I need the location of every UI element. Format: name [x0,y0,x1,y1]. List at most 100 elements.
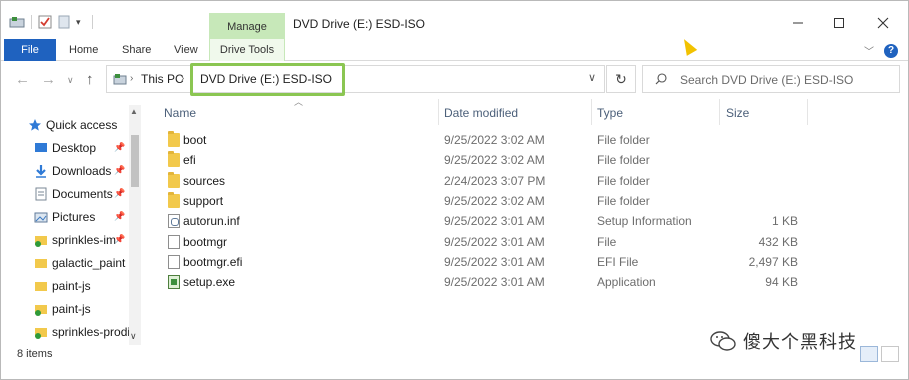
file-date: 9/25/2022 3:01 AM [444,214,545,228]
file-type: File folder [597,194,650,208]
properties-icon[interactable] [38,15,52,29]
table-row[interactable]: efi 9/25/2022 3:02 AM File folder [146,150,908,170]
file-date: 9/25/2022 3:02 AM [444,194,545,208]
table-row[interactable]: autorun.inf 9/25/2022 3:01 AM Setup Info… [146,211,908,231]
column-header-date[interactable]: Date modified [444,106,518,120]
file-date: 9/25/2022 3:02 AM [444,133,545,147]
table-row[interactable]: bootmgr 9/25/2022 3:01 AM File 432 KB [146,232,908,252]
file-icon [168,255,180,269]
sidebar-item-galactic-paint[interactable]: galactic_paint [34,252,162,274]
table-row[interactable]: setup.exe 9/25/2022 3:01 AM Application … [146,272,908,292]
file-name: efi [183,153,196,167]
tab-manage[interactable]: Manage [209,13,285,39]
file-type: File folder [597,153,650,167]
drive-icon [9,16,25,28]
column-divider[interactable] [591,99,592,125]
tab-share[interactable]: Share [122,39,151,61]
tab-drive-tools[interactable]: Drive Tools [209,39,285,61]
sidebar-item-pictures[interactable]: Pictures [34,206,162,228]
pin-icon[interactable]: 📌 [114,211,125,222]
file-name: boot [183,133,207,147]
file-type: File folder [597,174,650,188]
title-bar: ▾ Manage DVD Drive (E:) ESD-ISO [1,1,908,41]
file-size: 2,497 KB [748,255,798,269]
file-size: 1 KB [771,214,798,228]
pin-icon[interactable]: 📌 [114,188,125,199]
help-icon[interactable]: ? [884,43,898,58]
sidebar-item-label: sprinkles-prodi [52,325,131,339]
recent-locations-icon[interactable]: ∨ [67,75,74,86]
search-box[interactable]: Search DVD Drive (E:) ESD-ISO [642,65,900,93]
close-icon [877,17,889,29]
sidebar-item-label: Documents [52,187,113,201]
desktop-icon [34,141,48,155]
sidebar-item-paint-js-synced[interactable]: paint-js [34,298,162,320]
pin-icon[interactable]: 📌 [114,234,125,245]
sidebar-item-downloads[interactable]: Downloads [34,160,162,182]
sidebar-item-sprinkles-prodi[interactable]: sprinkles-prodi [34,321,162,343]
breadcrumb-chevron-icon[interactable]: › [130,73,133,84]
watermark-text: 傻大个黑科技 [743,332,857,353]
ribbon-controls: ﹀ ? [864,43,898,58]
address-dropdown-icon[interactable]: ∨ [588,71,596,84]
expand-ribbon-icon[interactable]: ﹀ [864,43,874,58]
minimize-icon [793,22,803,24]
address-bar[interactable]: › This PC › DVD Drive (E:) ESD-ISO ∨ [106,63,605,96]
quick-access-toolbar: ▾ [9,15,93,29]
file-type: File folder [597,133,650,147]
scrollbar-thumb[interactable] [131,135,139,187]
column-divider[interactable] [719,99,720,125]
column-divider[interactable] [438,99,439,125]
back-arrow-icon[interactable]: ← [15,71,30,88]
table-row[interactable]: support 9/25/2022 3:02 AM File folder [146,191,908,211]
column-header-type[interactable]: Type [597,106,623,120]
column-divider[interactable] [807,99,808,125]
breadcrumb-this-pc[interactable]: This PC [141,72,184,86]
wechat-logo-icon [709,329,737,353]
maximize-button[interactable] [819,11,859,35]
sidebar-item-label: sprinkles-im [52,233,117,247]
tab-home[interactable]: Home [69,39,98,61]
sort-ascending-icon: ︿ [294,97,304,107]
forward-arrow-icon[interactable]: → [41,71,56,88]
minimize-button[interactable] [778,11,818,35]
navigation-pane: Quick access Desktop 📌 Downloads 📌 Docum… [1,105,141,341]
column-header-name[interactable]: Name [164,106,196,120]
sidebar-item-sprinkles-im[interactable]: sprinkles-im [34,229,162,251]
details-view-icon[interactable] [860,346,878,362]
scroll-up-icon[interactable]: ▲ [130,107,138,116]
close-button[interactable] [863,11,903,35]
file-size: 432 KB [758,235,798,249]
column-header-size[interactable]: Size [726,106,749,120]
file-name: setup.exe [183,275,236,289]
tab-file[interactable]: File [4,39,56,61]
folder-icon [168,192,180,208]
scroll-down-icon[interactable]: ∨ [130,331,137,342]
pin-icon[interactable]: 📌 [114,165,125,176]
table-row[interactable]: bootmgr.efi 9/25/2022 3:01 AM EFI File 2… [146,252,908,272]
navigation-scrollbar[interactable]: ▲ ∨ [129,105,141,345]
customize-toolbar-icon[interactable]: ▾ [76,17,86,27]
file-type: Application [597,275,656,289]
file-date: 2/24/2023 3:07 PM [444,174,546,188]
new-folder-icon[interactable] [58,15,70,29]
refresh-button[interactable]: ↻ [606,65,636,93]
sidebar-item-documents[interactable]: Documents [34,183,162,205]
star-icon [28,118,42,132]
large-icons-view-icon[interactable] [881,346,899,362]
tab-view[interactable]: View [174,39,198,61]
up-arrow-icon[interactable]: ↑ [86,71,94,88]
search-input[interactable]: Search DVD Drive (E:) ESD-ISO [680,73,853,87]
watermark: 傻大个黑科技 [709,328,857,354]
sidebar-item-label: Downloads [52,164,112,178]
sidebar-item-desktop[interactable]: Desktop [34,137,162,159]
breadcrumb-chevron-icon[interactable]: › [181,73,184,84]
pin-icon[interactable]: 📌 [114,142,125,153]
table-row[interactable]: sources 2/24/2023 3:07 PM File folder [146,171,908,191]
table-row[interactable]: boot 9/25/2022 3:02 AM File folder [146,130,908,150]
file-name: support [183,194,224,208]
sidebar-item-paint-js[interactable]: paint-js [34,275,162,297]
folder-icon [168,172,180,188]
breadcrumb-current-drive[interactable]: DVD Drive (E:) ESD-ISO [200,72,332,86]
file-name: autorun.inf [183,214,240,228]
